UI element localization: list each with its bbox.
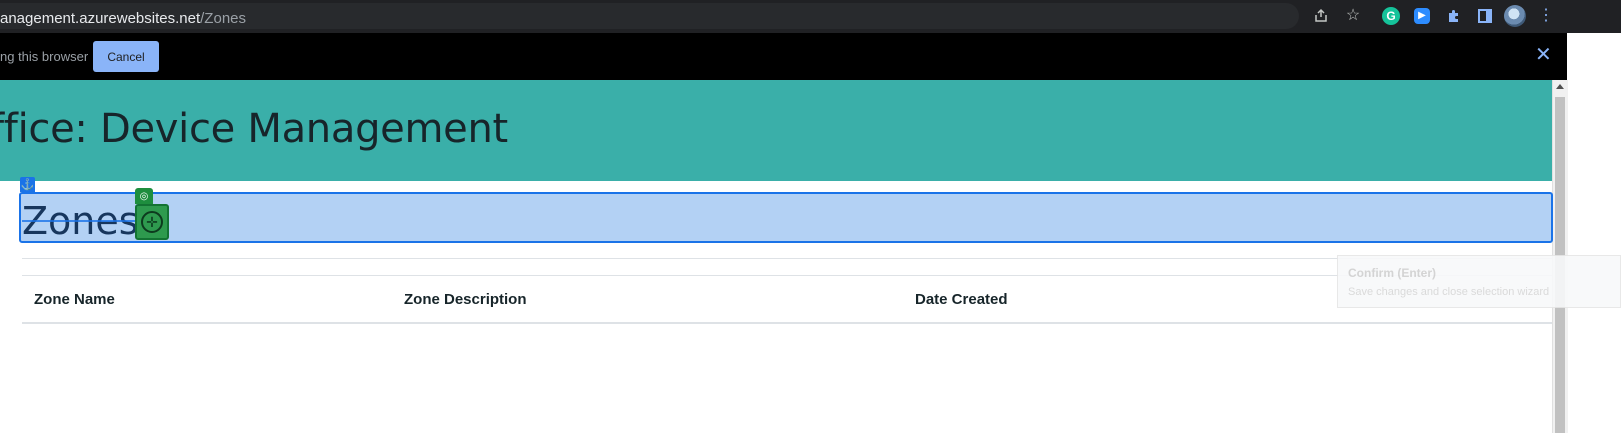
browser-control-banner: ng this browser (0, 33, 1621, 80)
scroll-up-arrow-icon[interactable] (1556, 84, 1564, 89)
puzzle-extensions-icon[interactable] (1445, 7, 1463, 25)
grammarly-icon[interactable]: G (1382, 7, 1400, 25)
tooltip-description: Save changes and close selection wizard (1348, 286, 1550, 298)
element-selection-highlight[interactable] (19, 192, 1553, 243)
sidepanel-icon[interactable] (1476, 7, 1494, 25)
cancel-button[interactable]: Cancel (93, 41, 159, 72)
confirm-tooltip: Confirm (Enter) Save changes and close s… (1337, 255, 1621, 308)
target-handle-icon[interactable]: ◎ (135, 188, 153, 204)
zoom-extension-icon[interactable]: ▶ (1414, 8, 1430, 24)
star-icon[interactable]: ☆ (1344, 7, 1362, 25)
column-header-date-created[interactable]: Date Created (915, 291, 1008, 308)
table-top-border (22, 275, 1552, 276)
divider (22, 258, 1552, 259)
share-icon[interactable] (1312, 7, 1330, 25)
close-icon[interactable]: ✕ (1535, 45, 1552, 65)
url-text[interactable]: anagement.azurewebsites.net/Zones (0, 10, 246, 27)
crosshair-icon: ✛ (141, 211, 163, 233)
column-header-zone-description[interactable]: Zone Description (404, 291, 527, 308)
url-path: /Zones (200, 10, 246, 27)
page-gutter (1567, 33, 1621, 433)
selection-connector-line (22, 220, 138, 222)
app-header: ffice: Device Management (0, 80, 1552, 181)
table-header-border (22, 322, 1552, 324)
address-bar[interactable]: anagement.azurewebsites.net/Zones (0, 3, 1299, 29)
app-title: ffice: Device Management (0, 106, 508, 152)
banner-message: ng this browser (0, 49, 89, 64)
browser-toolbar: anagement.azurewebsites.net/Zones ☆ G ▶ … (0, 0, 1621, 33)
url-host: anagement.azurewebsites.net (0, 10, 201, 27)
column-header-zone-name[interactable]: Zone Name (34, 291, 115, 308)
profile-avatar-icon[interactable] (1504, 5, 1526, 27)
more-menu-icon[interactable]: ⋮ (1537, 7, 1555, 25)
target-locator-button[interactable]: ✛ (135, 204, 169, 240)
tooltip-title: Confirm (Enter) (1348, 266, 1436, 280)
anchor-icon[interactable]: ⚓ (20, 177, 35, 192)
